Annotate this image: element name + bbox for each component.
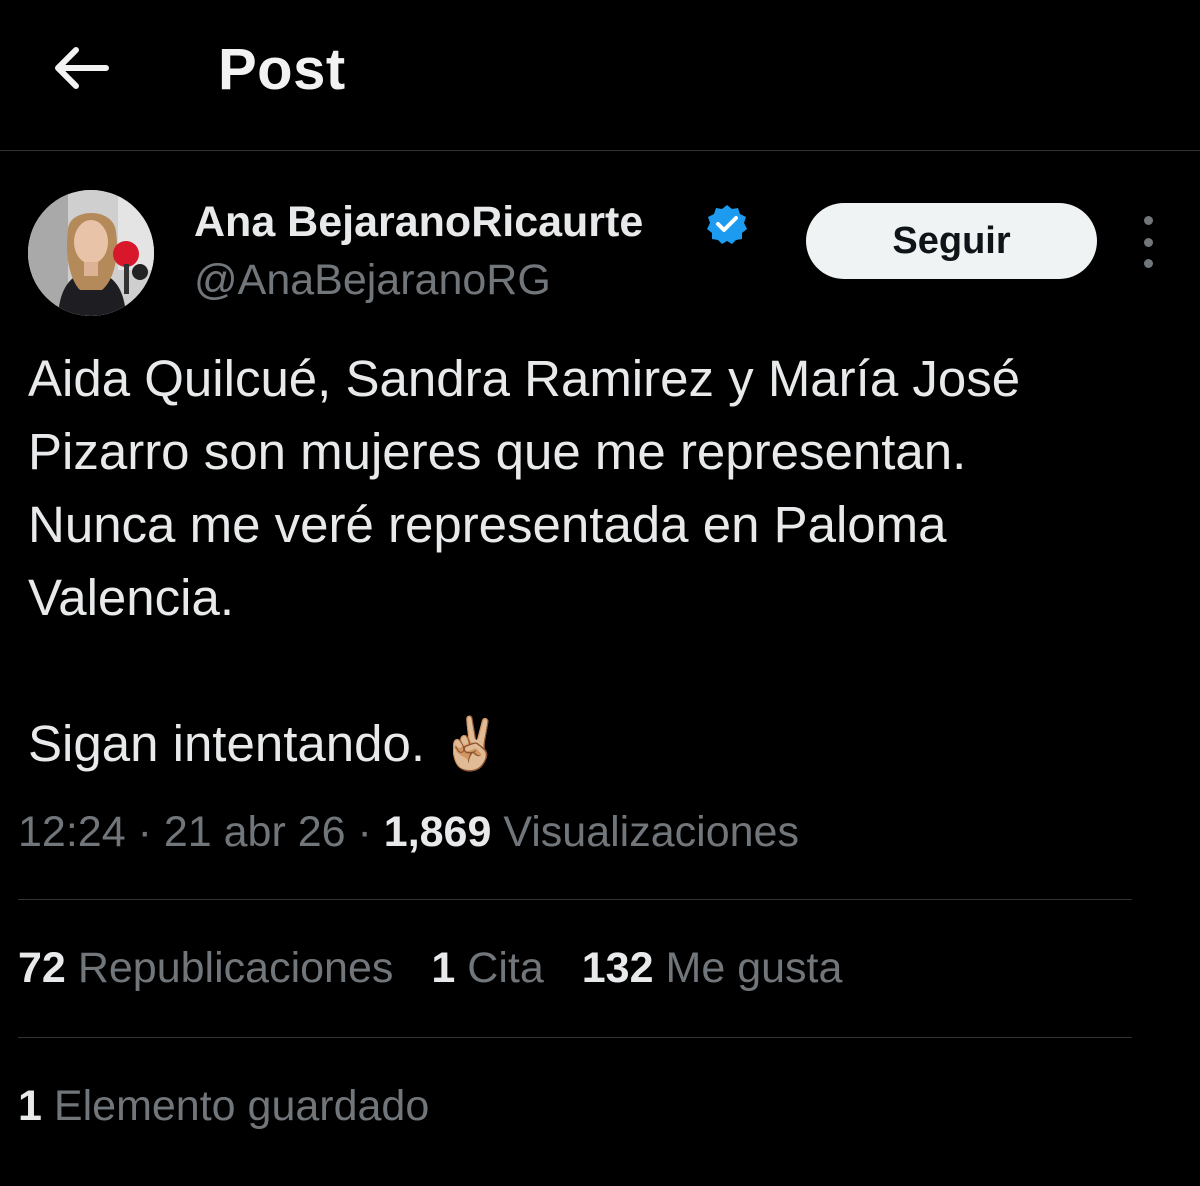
separator: · [137,808,152,856]
tweet-line: Aida Quilcué, Sandra Ramirez y María Jos… [28,350,1021,407]
likes-stat[interactable]: 132 Me gusta [582,944,843,993]
arrow-left-icon [55,47,109,89]
bookmarks-label: Elemento guardado [53,1082,430,1130]
likes-count: 132 [581,944,654,992]
reposts-count: 72 [18,944,66,992]
bookmarks-stat[interactable]: 1 Elemento guardado [18,1082,429,1131]
stats-divider [18,1037,1132,1038]
reposts-label: Republicaciones [77,944,394,992]
author-name[interactable]: Ana BejaranoRicaurte [194,198,643,247]
top-bar: Post [0,0,1200,150]
quotes-label: Cita [467,944,544,992]
follow-button[interactable]: Seguir [806,203,1097,279]
tweet-line: Nunca me veré representada en Paloma [28,496,947,553]
vertical-ellipsis-icon[interactable] [1128,216,1168,268]
post-date[interactable]: 21 abr 26 [164,808,346,856]
verified-badge-icon [706,203,748,245]
page-title: Post [218,37,346,102]
tweet-text: Aida Quilcué, Sandra Ramirez y María Jos… [28,342,1158,780]
header-divider [0,150,1200,151]
tweet-line: Sigan intentando. ✌🏼 [28,715,503,772]
quotes-count: 1 [431,944,456,992]
profile-photo [28,190,154,316]
post-time[interactable]: 12:24 [18,808,126,856]
separator: · [357,808,372,856]
dot [1143,259,1153,268]
views-count: 1,869 [383,808,492,856]
bookmarks-count: 1 [18,1082,42,1130]
likes-label: Me gusta [665,944,843,992]
post-meta: 12:24 · 21 abr 26 · 1,869 Visualizacione… [18,808,799,857]
quotes-stat[interactable]: 1 Cita [431,944,543,993]
author-handle[interactable]: @AnaBejaranoRG [194,256,551,305]
reposts-stat[interactable]: 72 Republicaciones [18,944,393,993]
engagement-stats: 72 Republicaciones 1 Cita 132 Me gusta [18,944,880,993]
dot [1143,216,1153,225]
avatar[interactable] [28,190,154,316]
tweet-line: Valencia. [28,569,235,626]
tweet-line: Pizarro son mujeres que me representan. [28,423,967,480]
dot [1143,237,1153,247]
views-label: Visualizaciones [503,808,799,856]
meta-divider [18,899,1132,900]
back-button[interactable] [40,28,120,108]
